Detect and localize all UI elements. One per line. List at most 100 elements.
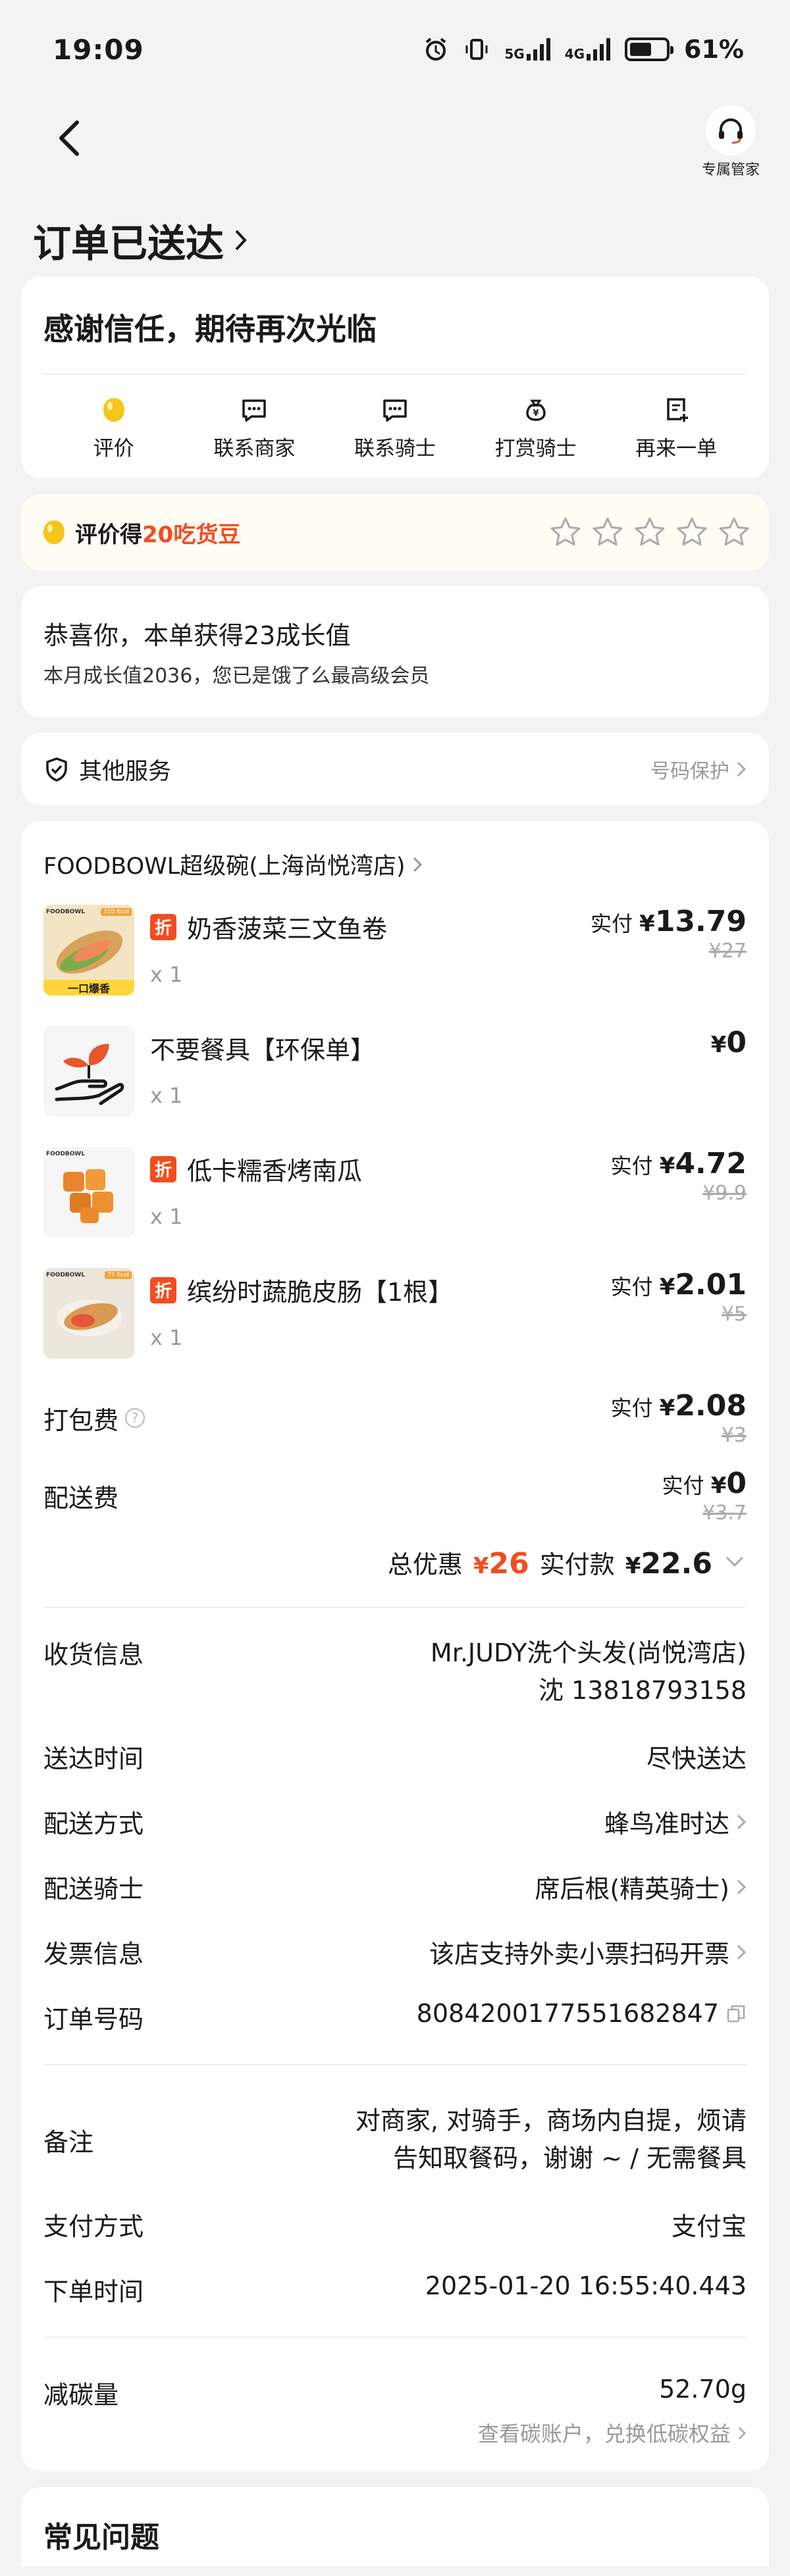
- butler-button[interactable]: 专属管家: [698, 105, 764, 179]
- item-price: 实付 ¥13.79 ¥27: [590, 905, 747, 963]
- item-name: 缤纷时蔬脆皮肠【1根】: [187, 1278, 454, 1307]
- rider-row[interactable]: 配送骑士 席后根(精英骑士): [43, 1869, 747, 1905]
- contact-rider-button[interactable]: 联系骑士: [325, 392, 465, 461]
- order-item: FOODBOWL 77 Kcal 折缤纷时蔬脆皮肠【1根】 x 1 实付 ¥2.…: [43, 1268, 747, 1360]
- rate-icon: [103, 398, 124, 422]
- chevron-right-icon: [235, 230, 247, 251]
- tip-rider-button[interactable]: ¥ 打赏骑士: [465, 392, 606, 461]
- help-icon[interactable]: ?: [125, 1408, 145, 1428]
- divider: [43, 2336, 747, 2338]
- item-name: 不要餐具【环保单】: [150, 1036, 376, 1065]
- arrive-time-row: 送达时间 尽快送达: [43, 1744, 747, 1773]
- chevron-right-icon: [738, 2427, 747, 2440]
- note-row: 备注 对商家, 对骑手，商场内自提，烦请 告知取餐码，谢谢 ~ / 无需餐具: [43, 2106, 747, 2173]
- star-icon[interactable]: [633, 516, 666, 549]
- item-price: 实付 ¥4.72 ¥9.9: [610, 1147, 747, 1205]
- shop-name-link[interactable]: FOODBOWL超级碗(上海尚悦湾店): [43, 847, 747, 881]
- butler-label: 专属管家: [701, 162, 760, 178]
- thanks-heading: 感谢信任，期待再次光临: [43, 305, 747, 375]
- star-icon[interactable]: [591, 516, 624, 549]
- discount-badge: 折: [150, 1155, 176, 1182]
- action-bar: 评价 联系商家 联系骑士 ¥ 打赏骑士 再来一单: [43, 375, 747, 461]
- vibrate-icon: [465, 39, 488, 60]
- item-name: 低卡糯香烤南瓜: [187, 1157, 363, 1186]
- product-image: FOODBOWL 77 Kcal: [43, 1268, 134, 1359]
- rate-banner-text: 评价得20吃货豆: [75, 521, 241, 548]
- divider: [43, 2064, 747, 2065]
- product-image: FOODBOWL 320 Kcal 一口爆香: [43, 905, 134, 996]
- status-bar: 19:09 5G 4G 61%: [0, 0, 790, 99]
- item-qty: x 1: [150, 1204, 183, 1229]
- rate-banner[interactable]: 评价得20吃货豆: [21, 494, 769, 570]
- receiver-row: 收货信息 Mr.JUDY洗个头发(尚悦湾店) 沈 13818793158: [43, 1638, 747, 1705]
- battery-level: 61%: [684, 35, 744, 64]
- star-rating[interactable]: [549, 516, 750, 549]
- order-info: 收货信息 Mr.JUDY洗个头发(尚悦湾店) 沈 13818793158 送达时间…: [43, 1608, 747, 2448]
- item-price: ¥0: [710, 1026, 747, 1059]
- chevron-right-icon: [737, 1814, 747, 1829]
- nav-bar: 专属管家: [0, 99, 790, 204]
- packing-fee-row: 打包费? 实付 ¥2.08 ¥3: [43, 1389, 747, 1447]
- other-services-label: 其他服务: [79, 758, 172, 785]
- page-title: 订单已送达: [33, 221, 224, 266]
- growth-card: 恭喜你，本单获得23成长值 本月成长值2036，您已是饿了么最高级会员: [21, 586, 769, 717]
- invoice-row[interactable]: 发票信息 该店支持外卖小票扫码开票: [43, 1934, 747, 1970]
- contact-merchant-button[interactable]: 联系商家: [184, 392, 325, 461]
- number-protection[interactable]: 号码保护: [650, 755, 747, 784]
- total-paid: ¥22.6: [625, 1547, 712, 1580]
- order-item: 不要餐具【环保单】 x 1 ¥0: [43, 1026, 747, 1118]
- eco-hand-icon: [55, 1044, 124, 1105]
- delivery-method-row[interactable]: 配送方式 蜂鸟准时达: [43, 1804, 747, 1840]
- payment-method-row: 支付方式 支付宝: [43, 2212, 747, 2241]
- reorder-button[interactable]: 再来一单: [606, 392, 747, 461]
- item-name: 奶香菠菜三文鱼卷: [187, 915, 388, 944]
- discount-badge: 折: [150, 1276, 176, 1303]
- order-time-row: 下单时间 2025-01-20 16:55:40.443: [43, 2271, 747, 2306]
- chevron-right-icon: [737, 1944, 747, 1959]
- order-status-title[interactable]: 订单已送达: [0, 204, 790, 276]
- faq-card: 常见问题: [21, 2487, 769, 2566]
- star-icon[interactable]: [549, 516, 582, 549]
- chat-icon: [383, 399, 407, 422]
- chevron-right-icon: [413, 857, 422, 872]
- back-arrow-icon: [59, 120, 79, 156]
- carbon-row[interactable]: 减碳量 52.70g 查看碳账户，兑换低碳权益: [43, 2375, 747, 2448]
- chevron-right-icon: [737, 1879, 747, 1894]
- chat-icon: [242, 399, 267, 422]
- svg-text:¥: ¥: [533, 409, 539, 418]
- total-discount: ¥26: [473, 1547, 529, 1580]
- chevron-down-icon: [725, 1556, 744, 1567]
- copy-icon[interactable]: [725, 2003, 747, 2024]
- signal-4g-icon: 4G: [565, 38, 611, 61]
- other-services-row[interactable]: 其他服务 号码保护: [21, 733, 769, 805]
- item-price: 实付 ¥2.01 ¥5: [610, 1268, 747, 1326]
- order-totals[interactable]: 总优惠 ¥26 实付款 ¥22.6: [43, 1544, 747, 1608]
- reorder-icon: [667, 398, 689, 422]
- order-card: FOODBOWL超级碗(上海尚悦湾店) FOODBOWL 320 Kcal 一口…: [21, 821, 769, 2471]
- thanks-card: 感谢信任，期待再次光临 评价 联系商家 联系骑士 ¥ 打赏骑士 再来一单: [21, 276, 769, 478]
- back-button[interactable]: [46, 115, 92, 161]
- order-item: FOODBOWL 折低卡糯香烤南瓜 x 1 实付 ¥4.72 ¥9.9: [43, 1147, 747, 1239]
- item-qty: x 1: [150, 1083, 183, 1108]
- product-image: [43, 1026, 134, 1117]
- tip-icon: ¥: [525, 399, 546, 421]
- growth-subtitle: 本月成长值2036，您已是饿了么最高级会员: [43, 665, 430, 688]
- shield-check-icon: [46, 757, 67, 782]
- growth-title: 恭喜你，本单获得23成长值: [43, 621, 351, 650]
- headset-icon: [719, 118, 743, 144]
- item-qty: x 1: [150, 962, 183, 987]
- item-qty: x 1: [150, 1325, 183, 1350]
- rate-action-button[interactable]: 评价: [43, 392, 184, 461]
- status-time: 19:09: [53, 33, 144, 66]
- faq-title: 常见问题: [43, 2521, 159, 2554]
- order-item: FOODBOWL 320 Kcal 一口爆香 折奶香菠菜三文鱼卷 x 1 实付 …: [43, 905, 747, 997]
- star-icon[interactable]: [675, 516, 708, 549]
- order-number-row: 订单号码 8084200177551682847: [43, 1999, 747, 2035]
- signal-5g-icon: 5G: [504, 38, 550, 61]
- carbon-account-link[interactable]: 查看碳账户，兑换低碳权益: [43, 2417, 747, 2448]
- star-icon[interactable]: [718, 516, 750, 549]
- chevron-right-icon: [737, 761, 747, 777]
- delivery-fee-row: 配送费 实付 ¥0 ¥3.7: [43, 1467, 747, 1525]
- status-icons: 5G 4G 61%: [423, 35, 744, 64]
- discount-badge: 折: [150, 913, 176, 940]
